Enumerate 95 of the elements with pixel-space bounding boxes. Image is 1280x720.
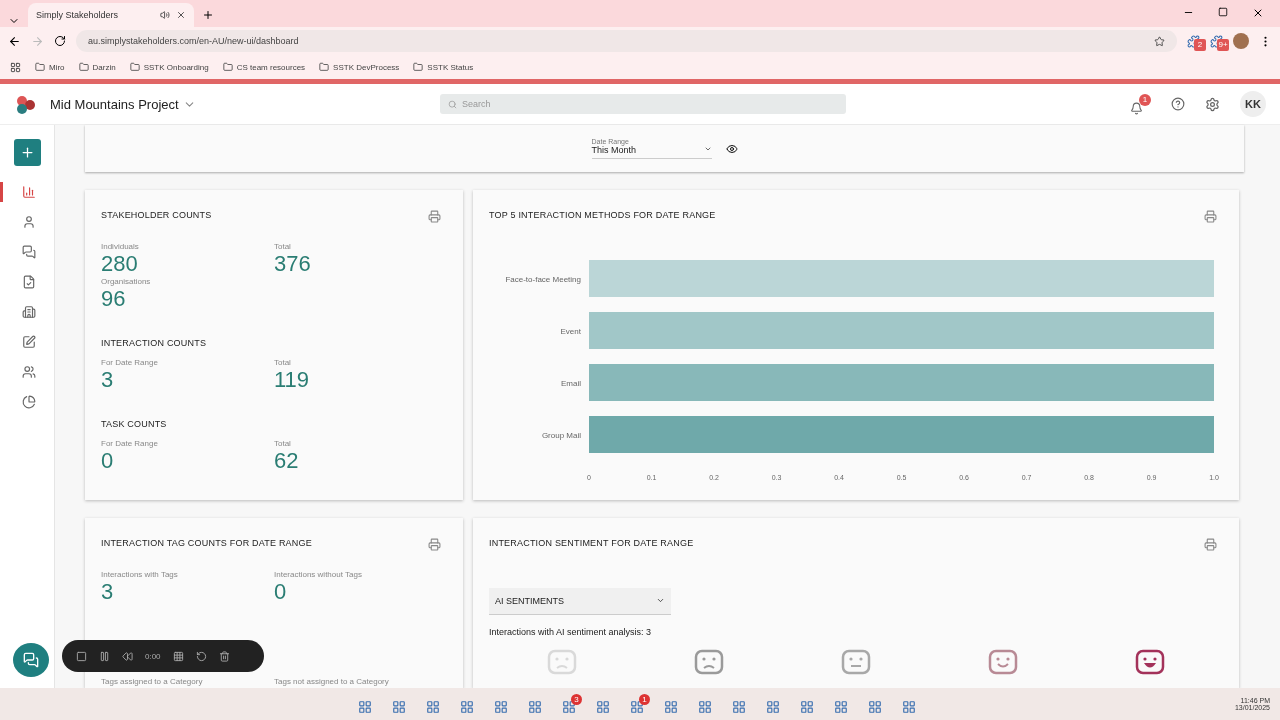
settings-icon[interactable] xyxy=(1205,96,1220,112)
print-icon[interactable] xyxy=(1204,538,1217,551)
stat-label: Interactions without Tags xyxy=(274,570,363,579)
apps-icon[interactable] xyxy=(10,61,21,73)
delete-icon[interactable] xyxy=(218,650,230,662)
stat-value: 119 xyxy=(274,367,311,393)
taskbar-badge: 3 xyxy=(571,694,582,705)
stat-value: 376 xyxy=(274,251,312,277)
stat-value: 3 xyxy=(101,367,115,393)
stat-value: 62 xyxy=(274,448,300,474)
bookmark[interactable]: Darzin xyxy=(78,62,116,72)
eye-icon[interactable] xyxy=(725,142,738,155)
extension-badge: 9+ xyxy=(1217,38,1229,51)
stat-label: Total xyxy=(274,242,292,251)
stat-value: 0 xyxy=(274,579,288,605)
logo-icon xyxy=(14,93,38,115)
print-icon[interactable] xyxy=(1204,210,1217,223)
stat-label: Individuals xyxy=(101,242,140,251)
card-title: TOP 5 INTERACTION METHODS FOR DATE RANGE xyxy=(489,210,716,220)
nav-icon xyxy=(21,215,36,229)
bookmark[interactable]: CS team resources xyxy=(222,62,306,72)
card-title: TASK COUNTS xyxy=(101,419,167,429)
nav-icon xyxy=(21,335,36,349)
print-icon[interactable] xyxy=(428,538,441,551)
folder-icon xyxy=(413,62,424,72)
user-avatar[interactable]: KK xyxy=(1240,91,1266,117)
folder-icon xyxy=(35,62,45,72)
grid-icon[interactable] xyxy=(172,650,184,662)
profile-avatar[interactable] xyxy=(1233,33,1249,49)
stat-label: For Date Range xyxy=(101,358,159,367)
new-tab-icon[interactable] xyxy=(202,9,214,21)
address-bar[interactable]: au.simplystakeholders.com/en-AU/new-ui/dashboard xyxy=(76,30,1177,52)
stat-label: Total xyxy=(274,358,292,367)
folder-icon xyxy=(78,62,89,72)
search-icon xyxy=(448,99,457,109)
caret-icon xyxy=(656,596,665,605)
stat-label: For Date Range xyxy=(101,439,159,448)
close-icon[interactable] xyxy=(1252,7,1264,19)
notification-badge: 1 xyxy=(1139,93,1151,106)
sentiment-select[interactable]: AI SENTIMENTS xyxy=(489,588,671,615)
stat-value: 0 xyxy=(101,448,115,474)
axis-label: Email xyxy=(561,378,581,388)
reload-icon[interactable] xyxy=(54,35,66,47)
recorder-time: 0:00 xyxy=(145,651,161,661)
taskbar-badge: 1 xyxy=(639,694,650,705)
nav-icon xyxy=(21,365,36,379)
chat-icon xyxy=(23,652,39,668)
extension-icon[interactable] xyxy=(1187,34,1200,48)
card-title: INTERACTION SENTIMENT FOR DATE RANGE xyxy=(489,538,694,548)
speaker-icon xyxy=(160,10,170,20)
print-icon[interactable] xyxy=(428,210,441,223)
card-title: INTERACTION TAG COUNTS FOR DATE RANGE xyxy=(101,538,312,548)
bookmark[interactable]: Miro xyxy=(35,62,65,72)
add-button[interactable] xyxy=(13,139,41,166)
restart-icon[interactable] xyxy=(195,650,207,662)
notifications-button[interactable]: 1 xyxy=(1130,93,1151,115)
nav-icon xyxy=(21,305,36,319)
restore-icon[interactable] xyxy=(1218,7,1228,17)
axis-label: Face-to-face Meeting xyxy=(505,274,581,284)
caret-icon xyxy=(703,145,712,153)
nav-icon xyxy=(21,245,36,259)
stat-value: 280 xyxy=(101,251,139,277)
stat-label: Tags not assigned to a Category xyxy=(274,677,390,686)
axis-label: Event xyxy=(560,326,581,336)
bookmark[interactable]: SSTK Onboarding xyxy=(129,62,209,72)
nav-icon xyxy=(21,395,36,409)
rewind-icon[interactable] xyxy=(122,650,133,662)
bookmark[interactable]: SSTK DevProcess xyxy=(319,62,400,72)
nav-icon xyxy=(21,185,36,199)
stop-icon[interactable] xyxy=(76,650,87,662)
project-selector[interactable]: Mid Mountains Project xyxy=(50,96,440,112)
bookmark[interactable]: SSTK Status xyxy=(413,62,474,72)
nav-icon xyxy=(21,275,36,289)
stat-label: Tags assigned to a Category xyxy=(101,677,204,686)
stat-value: 3 xyxy=(101,579,115,605)
pause-icon[interactable] xyxy=(99,650,110,662)
folder-icon xyxy=(129,62,140,72)
folder-icon xyxy=(319,62,330,72)
browser-tab[interactable]: Simply Stakeholders xyxy=(28,3,194,27)
folder-icon xyxy=(222,62,233,72)
stat-label: Interactions with Tags xyxy=(101,570,179,579)
bookmark-icon[interactable] xyxy=(1154,35,1165,47)
summary-text: Interactions with AI sentiment analysis: 3 xyxy=(489,627,653,637)
stat-label: Organisations xyxy=(101,277,152,286)
card-title: INTERACTION COUNTS xyxy=(101,338,207,348)
stat-label: Total xyxy=(274,439,292,448)
card-title: STAKEHOLDER COUNTS xyxy=(101,210,212,220)
stat-value: 96 xyxy=(101,286,127,312)
back-icon[interactable] xyxy=(8,34,21,48)
bell-icon xyxy=(1130,101,1143,115)
close-icon[interactable] xyxy=(176,10,186,20)
plus-icon xyxy=(19,145,35,160)
extension-badge: 2 xyxy=(1194,38,1206,51)
axis-label: Group Mail xyxy=(541,430,581,440)
help-icon[interactable] xyxy=(1171,97,1185,111)
